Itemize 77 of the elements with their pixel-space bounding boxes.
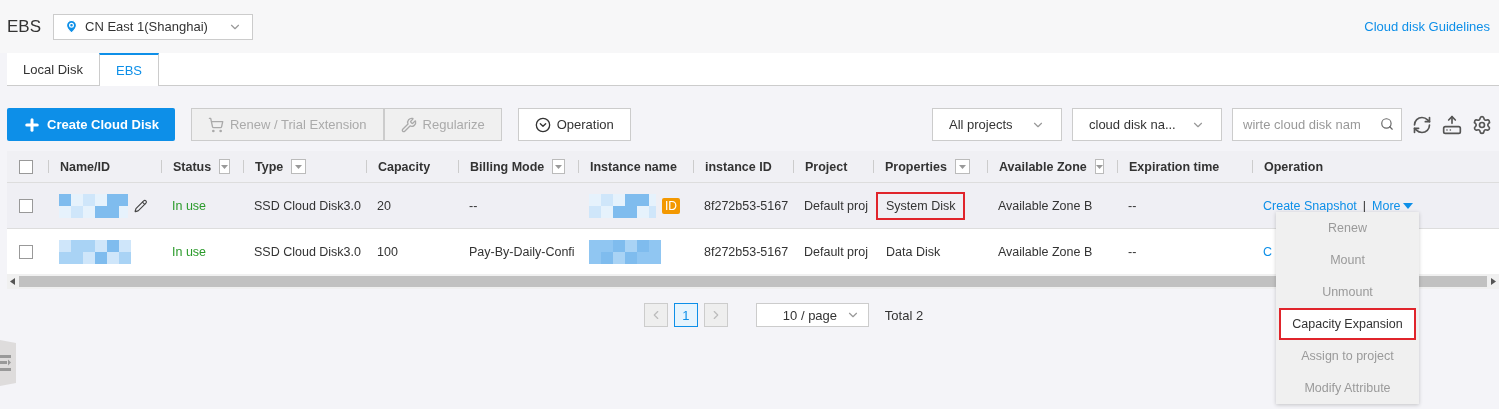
filter-dropdown-icon[interactable]	[291, 159, 307, 174]
column-header: Billing Mode	[470, 159, 545, 174]
column-header: Properties	[885, 159, 947, 174]
previous-page-button[interactable]	[643, 303, 668, 327]
table-cell: Pay-By-Daily-Confi	[469, 244, 575, 259]
properties-text: Data Disk	[885, 243, 942, 261]
table-cell: SSD Cloud Disk3.0	[254, 244, 361, 259]
column-header: instance ID	[705, 159, 772, 174]
table-cell: 100	[377, 244, 398, 259]
table-cell: 8f272b53-5167	[704, 244, 789, 259]
properties-text: System Disk	[876, 191, 966, 220]
region-select[interactable]: CN East 1(Shanghai)	[53, 13, 254, 40]
pixelated-name-drawing	[589, 193, 656, 218]
filter-dropdown-icon[interactable]	[954, 159, 970, 174]
table-cell: --	[1128, 198, 1137, 213]
column-header: Operation	[1264, 159, 1324, 174]
table-cell: SSD Cloud Disk3.0	[254, 198, 361, 213]
settings-icon[interactable]	[1472, 114, 1492, 135]
more-link[interactable]: More	[1372, 198, 1413, 213]
page-button[interactable]: 1	[673, 303, 698, 327]
cart-icon	[208, 116, 224, 133]
table-cell: --	[469, 198, 478, 213]
map-pin-icon	[64, 19, 80, 34]
upload-tray-icon[interactable]	[1442, 114, 1462, 135]
id-badge: ID	[662, 197, 680, 214]
filter-dropdown-icon[interactable]	[552, 159, 565, 174]
plus-icon	[23, 115, 41, 134]
pencil-icon[interactable]	[134, 198, 148, 213]
horizontal-scrollbar[interactable]	[7, 274, 1499, 289]
scroll-right-icon[interactable]	[1491, 278, 1496, 285]
pixelated-name-drawing	[59, 193, 129, 218]
column-header: Type	[255, 159, 284, 174]
search-icon[interactable]	[1380, 117, 1394, 131]
filter-dropdown-icon[interactable]	[219, 159, 230, 174]
guidelines-link[interactable]: Cloud disk Guidelines	[1364, 19, 1490, 34]
table-cell: Available Zone B	[998, 198, 1093, 213]
sidebar-toggle-icon[interactable]	[0, 340, 16, 386]
status-text: In use	[172, 244, 207, 259]
tab[interactable]: EBS	[98, 53, 159, 86]
table-cell: Default proj	[804, 198, 868, 213]
create-snapshot-link[interactable]: C	[1263, 244, 1273, 259]
row-checkbox[interactable]	[19, 198, 33, 213]
column-header: Instance name	[590, 159, 677, 174]
project-select[interactable]: All projects	[932, 108, 1062, 141]
tab[interactable]: Local Disk	[7, 53, 99, 86]
chevron-circle-icon	[534, 116, 551, 133]
page-title: EBS	[7, 16, 42, 37]
column-header: Capacity	[378, 159, 431, 174]
row-checkbox[interactable]	[19, 244, 33, 259]
column-header: Expiration time	[1129, 159, 1220, 174]
status-text: In use	[172, 198, 207, 213]
column-header: Name/ID	[60, 159, 111, 174]
table-cell: 8f272b53-5167	[704, 198, 789, 213]
total-count: Total 2	[884, 307, 924, 323]
wrench-icon	[400, 116, 417, 133]
search-field[interactable]: wirte cloud disk nam	[1232, 108, 1402, 141]
table-cell: Available Zone B	[998, 244, 1093, 259]
column-header: Available Zone	[999, 159, 1087, 174]
create-cloud-disk-button[interactable]: Create Cloud Disk	[7, 108, 175, 141]
select-all-checkbox[interactable]	[19, 159, 33, 174]
caret-icon	[1402, 202, 1413, 209]
next-page-button[interactable]	[703, 303, 728, 327]
search-type-select[interactable]: cloud disk na...	[1072, 108, 1222, 141]
pixelated-name-drawing	[59, 239, 131, 264]
scroll-left-icon[interactable]	[10, 278, 15, 285]
column-header: Status	[173, 159, 212, 174]
table-cell: --	[1128, 244, 1137, 259]
create-snapshot-link[interactable]: Create Snapshot	[1263, 198, 1357, 213]
table-cell: 20	[377, 198, 391, 213]
column-header: Project	[805, 159, 848, 174]
menu-item[interactable]: Capacity Expansion	[1279, 308, 1416, 340]
refresh-icon[interactable]	[1412, 114, 1432, 135]
table-cell: Default proj	[804, 244, 868, 259]
operation-button[interactable]: Operation	[517, 108, 631, 141]
pixelated-name-drawing	[589, 239, 661, 264]
filter-dropdown-icon[interactable]	[1094, 159, 1104, 174]
page-size-select[interactable]: 10 / page	[755, 303, 869, 327]
